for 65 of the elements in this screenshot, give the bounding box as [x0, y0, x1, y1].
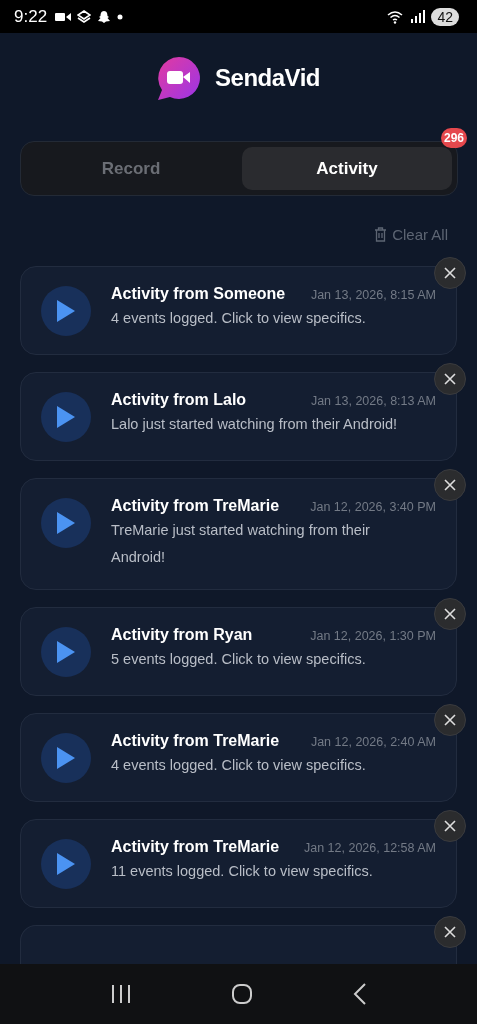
close-button[interactable] [434, 363, 466, 395]
activity-title: Activity from TreMarie [111, 732, 280, 750]
close-button[interactable] [434, 810, 466, 842]
back-icon[interactable] [353, 983, 368, 1005]
activity-card[interactable]: Activity from Someone Jan 13, 2026, 8:15 AM 4 events logged. Click to view specifics. [20, 266, 457, 355]
play-button[interactable] [41, 627, 91, 677]
app-logo-icon [157, 56, 202, 100]
activity-time: Jan 12, 2026, 12:58 AM [303, 841, 436, 855]
close-icon [444, 926, 456, 938]
close-icon [444, 714, 456, 726]
close-button[interactable] [434, 257, 466, 289]
activity-message: 4 events logged. Click to view specifics. [111, 309, 367, 328]
play-icon [57, 853, 75, 875]
activity-title: Activity from TreMarie [111, 838, 280, 856]
play-button[interactable] [41, 286, 91, 336]
layers-icon [77, 9, 92, 24]
activity-message: 11 events logged. Click to view specifics. [111, 862, 374, 881]
activity-card[interactable]: Activity from Ryan Jan 12, 2026, 1:30 PM 5 events logged. Click to view specifics. [20, 607, 457, 696]
play-icon [57, 641, 75, 663]
close-button[interactable] [434, 469, 466, 501]
activity-title: Activity from Ryan [111, 626, 253, 644]
activity-time: Jan 12, 2026, 1:30 PM [310, 629, 436, 643]
activity-title: Activity from Someone [111, 285, 286, 303]
activity-message: TreMarie just started watching from their Android! [111, 521, 371, 567]
activity-card[interactable]: Activity from TreMarie Jan 12, 2026, 12:58 AM 11 events logged. Click to view specifics. [20, 819, 457, 908]
close-icon [444, 479, 456, 491]
close-icon [444, 267, 456, 279]
trash-icon [374, 227, 388, 242]
activity-message: 4 events logged. Click to view specifics. [111, 756, 367, 775]
play-icon [57, 406, 75, 428]
app-name: SendaVid [215, 64, 320, 92]
video-camera-icon [55, 10, 72, 23]
activity-time: Jan 12, 2026, 3:40 PM [310, 500, 436, 514]
activity-time: Jan 13, 2026, 8:13 AM [310, 394, 436, 408]
activity-card[interactable]: Activity from Lalo Jan 13, 2026, 8:13 AM Lalo just started watching from their Android! [20, 372, 457, 461]
activity-time: Jan 13, 2026, 8:15 AM [310, 288, 436, 302]
activity-card[interactable]: Activity from TreMarie Jan 12, 2026, 2:40 AM 4 events logged. Click to view specifics. [20, 713, 457, 802]
count-badge: 296 [440, 128, 467, 148]
close-button[interactable] [434, 916, 466, 948]
close-button[interactable] [434, 598, 466, 630]
play-button[interactable] [41, 498, 91, 548]
play-icon [57, 300, 75, 322]
recent-apps-icon[interactable] [109, 984, 132, 1004]
tab[interactable]: Activity [242, 147, 452, 190]
status-time: 9:22 [14, 6, 48, 27]
activity-message: 5 events logged. Click to view specifics. [111, 650, 367, 669]
play-button[interactable] [41, 839, 91, 889]
activity-card[interactable]: Activity from TreMarie Jan 12, 2026, 3:40 PM TreMarie just started watching from their Android! [20, 478, 457, 590]
battery-indicator: 42 [431, 7, 459, 26]
close-icon [444, 608, 456, 620]
signal-icon [411, 10, 426, 23]
close-button[interactable] [434, 704, 466, 736]
dot-icon [117, 13, 124, 20]
close-icon [444, 373, 456, 385]
play-icon [57, 512, 75, 534]
play-button[interactable] [41, 392, 91, 442]
play-icon [57, 747, 75, 769]
home-icon[interactable] [231, 983, 254, 1005]
activity-title: Activity from TreMarie [111, 497, 280, 515]
play-button[interactable] [41, 733, 91, 783]
close-icon [444, 820, 456, 832]
ghost-icon [97, 9, 112, 24]
activity-time: Jan 12, 2026, 2:40 AM [310, 735, 436, 749]
activity-title: Activity from Lalo [111, 391, 247, 409]
activity-message: Lalo just started watching from their Android! [111, 415, 399, 434]
